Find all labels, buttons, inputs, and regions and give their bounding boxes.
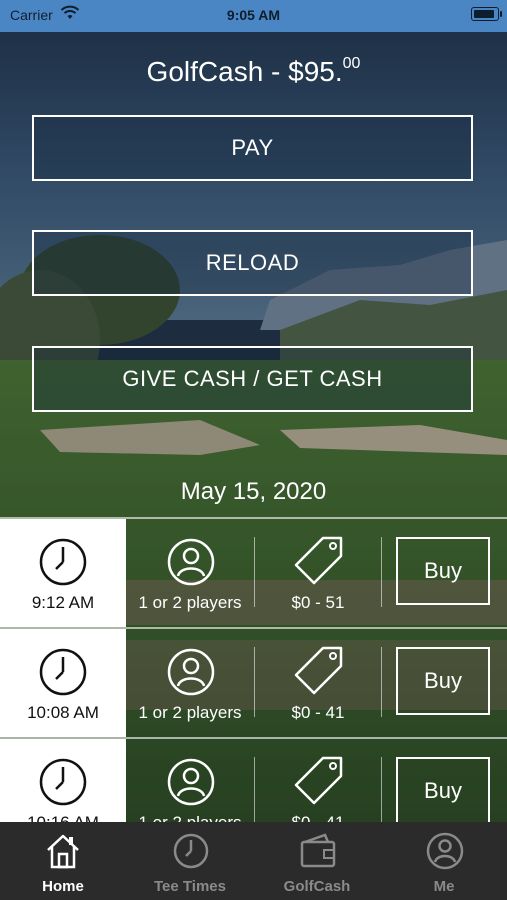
players-label: 1 or 2 players	[138, 593, 242, 612]
tab-golfcash[interactable]: GolfCash	[254, 822, 380, 900]
golfcash-balance-title: GolfCash - $95.00	[0, 55, 507, 88]
tab-label: Home	[42, 878, 84, 895]
wallet-icon	[299, 832, 337, 875]
clock-icon	[172, 832, 210, 875]
buy-button[interactable]: Buy	[396, 537, 490, 605]
players-cell: 1 or 2 players	[126, 519, 254, 627]
tab-label: Tee Times	[154, 878, 226, 895]
give-get-cash-button[interactable]: GIVE CASH / GET CASH	[32, 346, 473, 412]
tab-tee-times[interactable]: Tee Times	[127, 822, 253, 900]
reload-button[interactable]: RELOAD	[32, 230, 473, 296]
tab-label: Me	[433, 878, 455, 895]
status-bar: Carrier 9:05 AM	[0, 0, 507, 32]
user-icon	[166, 647, 216, 702]
battery-icon	[471, 7, 502, 21]
players-label: 1 or 2 players	[138, 703, 242, 722]
balance-amount: GolfCash - $95.	[146, 56, 343, 87]
price-label: $0 - 51	[291, 593, 345, 612]
tee-date: May 15, 2020	[180, 478, 327, 505]
tee-time-label: 10:08 AM	[27, 703, 99, 722]
price-cell: $0 - 51	[255, 519, 381, 627]
price-tag-icon	[291, 645, 345, 702]
clock-icon	[38, 537, 88, 592]
buy-button[interactable]: Buy	[396, 757, 490, 825]
tab-home[interactable]: Home	[0, 822, 126, 900]
tab-bar: Home Tee Times GolfCash Me	[0, 822, 507, 900]
clock-icon	[38, 647, 88, 702]
column-divider	[381, 757, 382, 827]
user-icon	[166, 537, 216, 592]
tab-me[interactable]: Me	[381, 822, 507, 900]
price-tag-icon	[291, 755, 345, 812]
home-icon	[45, 832, 81, 875]
user-icon	[166, 757, 216, 812]
pay-button[interactable]: PAY	[32, 115, 473, 181]
column-divider	[381, 647, 382, 717]
status-time: 9:05 AM	[226, 7, 281, 23]
price-label: $0 - 41	[291, 703, 345, 722]
players-cell: 1 or 2 players	[126, 629, 254, 737]
tee-time-cell: 10:08 AM	[0, 629, 126, 737]
tab-label: GolfCash	[283, 878, 351, 895]
tee-time-cell: 9:12 AM	[0, 519, 126, 627]
column-divider	[381, 537, 382, 607]
user-icon	[426, 832, 464, 875]
balance-cents: 00	[342, 55, 361, 72]
tee-time-row: 10:08 AM 1 or 2 players $0 - 41 Buy	[0, 629, 507, 737]
buy-button[interactable]: Buy	[396, 647, 490, 715]
price-tag-icon	[291, 535, 345, 592]
tee-time-row: 9:12 AM 1 or 2 players $0 - 51 Buy	[0, 519, 507, 627]
main-content: GolfCash - $95.00 PAY RELOAD GIVE CASH /…	[0, 32, 507, 847]
clock-icon	[38, 757, 88, 812]
tee-time-label: 9:12 AM	[31, 593, 95, 612]
price-cell: $0 - 41	[255, 629, 381, 737]
